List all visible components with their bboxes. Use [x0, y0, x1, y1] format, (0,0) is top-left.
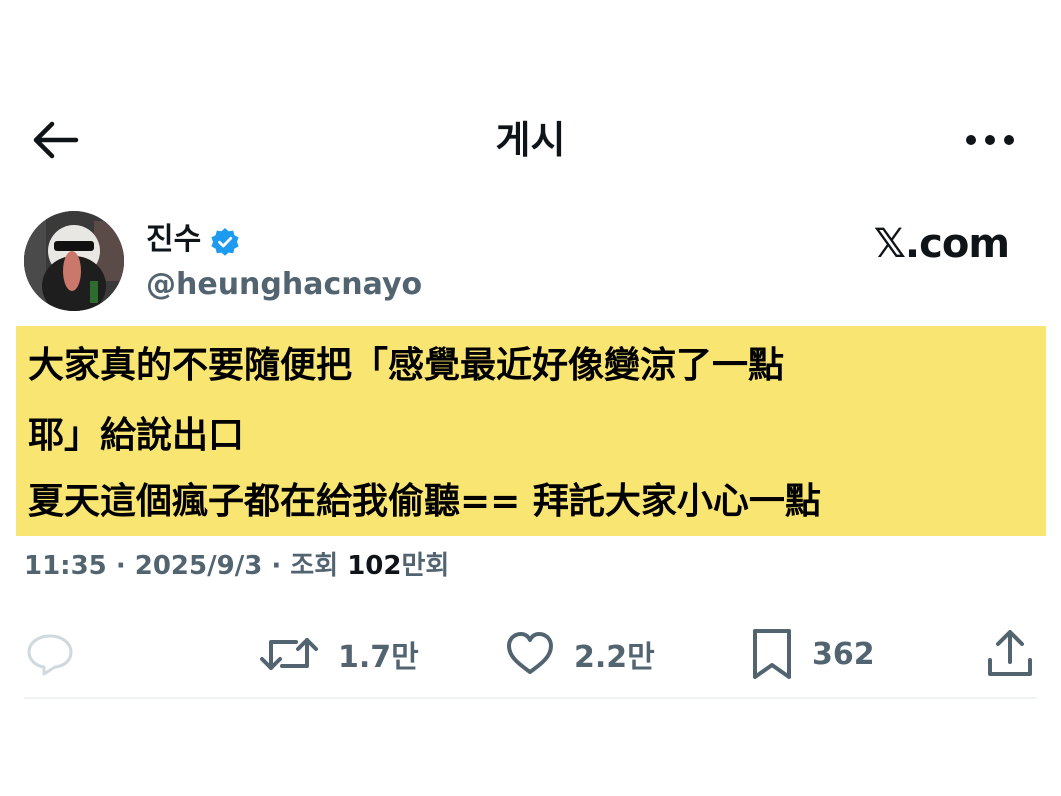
action-bar: 1.7만 2.2만 362: [0, 622, 1061, 686]
divider: [24, 697, 1037, 699]
retweet-button[interactable]: 1.7만: [258, 622, 419, 686]
views-count: 102: [347, 551, 402, 581]
bookmark-button[interactable]: 362: [750, 622, 875, 686]
x-brand-label: 𝕏.com: [873, 221, 1010, 267]
more-horizontal-icon: [966, 135, 1014, 145]
tweet-line-2: 耶」給說出口: [28, 415, 245, 456]
author-name[interactable]: 진수: [146, 222, 201, 258]
author-handle[interactable]: @heunghacnayo: [146, 266, 422, 304]
post-time[interactable]: 11:35: [24, 551, 107, 581]
post-header: 게시: [0, 108, 1061, 172]
page-title: 게시: [495, 118, 566, 162]
share-icon: [988, 630, 1032, 676]
avatar-image: [24, 211, 124, 311]
retweet-count: 1.7만: [338, 640, 419, 675]
reply-button[interactable]: [24, 622, 76, 686]
bookmark-count: 362: [812, 636, 875, 672]
retweet-icon: [260, 638, 318, 670]
views-unit: 만회: [401, 551, 450, 581]
meta-separator: ·: [262, 551, 291, 581]
bookmark-icon: [753, 629, 791, 679]
like-button[interactable]: 2.2만: [504, 622, 655, 686]
tweet-line-1: 大家真的不要隨便把「感覺最近好像變涼了一點: [28, 345, 785, 386]
tweet-text: 大家真的不要隨便把「感覺最近好像變涼了一點 耶」給說出口 夏天這個瘋子都在給我偷…: [16, 326, 1046, 536]
heart-icon: [507, 632, 553, 674]
verified-badge-icon: [211, 228, 239, 256]
post-metadata: 11:35 · 2025/9/3 · 조회 102만회: [24, 548, 449, 584]
like-count: 2.2만: [574, 640, 655, 675]
reply-icon: [27, 634, 73, 676]
share-button[interactable]: [986, 622, 1034, 686]
meta-separator: ·: [106, 551, 135, 581]
post-date[interactable]: 2025/9/3: [135, 551, 263, 581]
avatar[interactable]: [24, 211, 124, 311]
more-options-button[interactable]: [963, 122, 1017, 158]
views-label: 조회: [290, 551, 348, 581]
tweet-line-3: 夏天這個瘋子都在給我偷聽== 拜託大家小心一點: [28, 481, 821, 522]
